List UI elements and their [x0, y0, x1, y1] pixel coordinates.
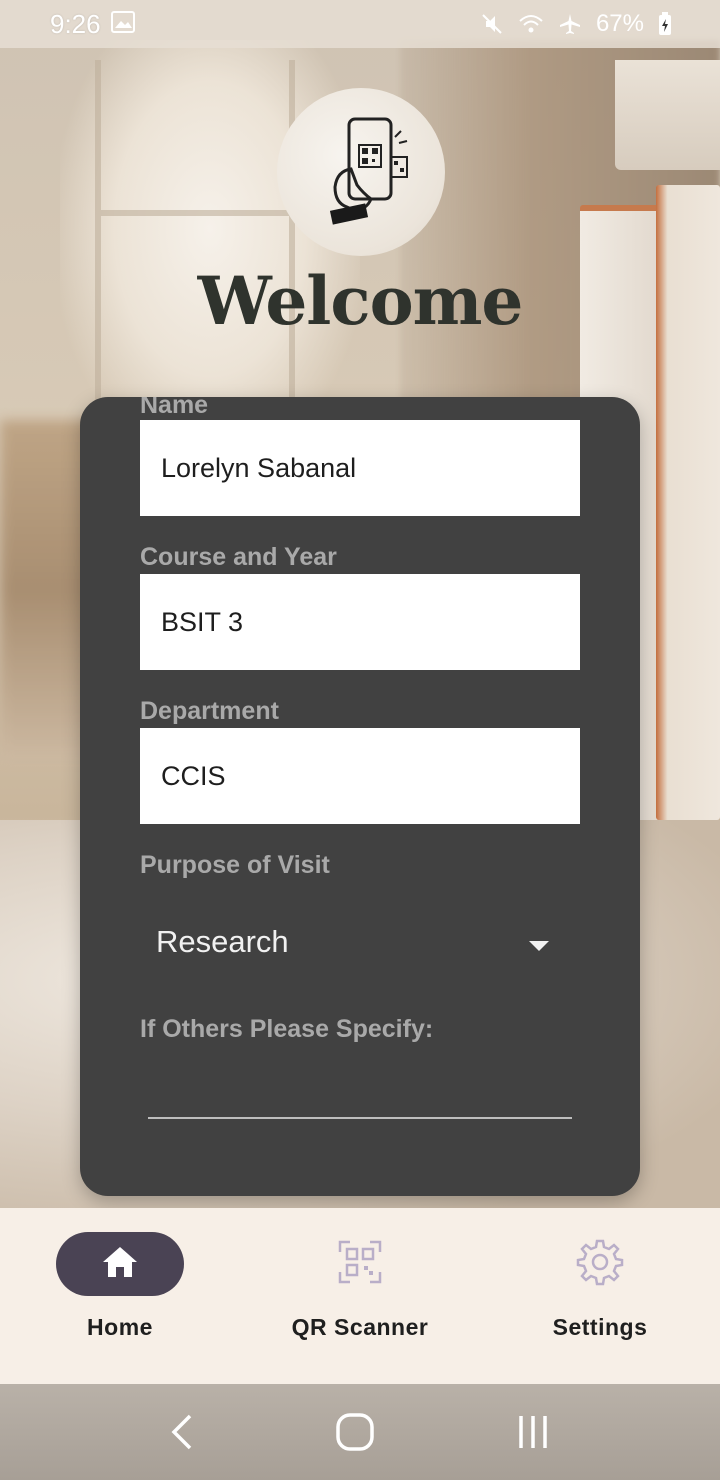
department-label: Department	[140, 697, 279, 725]
battery-percent: 67%	[595, 10, 644, 37]
nav-home-indicator	[56, 1232, 184, 1296]
recents-icon[interactable]	[516, 1414, 550, 1450]
others-label: If Others Please Specify:	[140, 1015, 434, 1043]
back-icon[interactable]	[170, 1414, 194, 1450]
wifi-icon	[518, 13, 544, 35]
home-icon	[100, 1244, 140, 1285]
background-book	[615, 60, 720, 170]
mute-icon	[480, 12, 504, 36]
purpose-dropdown[interactable]: Research	[140, 907, 560, 977]
nav-item-qr-scanner[interactable]: QR Scanner	[240, 1208, 480, 1384]
qr-phone-hand-icon	[311, 115, 411, 230]
nav-label-home: Home	[87, 1314, 153, 1340]
purpose-label: Purpose of Visit	[140, 851, 330, 879]
image-icon	[110, 10, 135, 38]
name-label: Name	[140, 397, 209, 419]
status-left: 9:26	[50, 9, 135, 40]
course-year-field[interactable]: BSIT 3	[140, 574, 580, 670]
purpose-selected-value: Research	[156, 924, 289, 959]
visitor-form-card: Name Lorelyn Sabanal Course and Year BSI…	[80, 397, 640, 1196]
others-input[interactable]	[148, 1065, 572, 1115]
system-navigation-bar	[0, 1384, 720, 1480]
app-logo	[277, 88, 445, 256]
course-year-value: BSIT 3	[161, 606, 244, 637]
status-time: 9:26	[50, 8, 101, 39]
chevron-down-icon	[528, 924, 550, 960]
status-right: 67%	[480, 10, 672, 38]
name-field[interactable]: Lorelyn Sabanal	[140, 420, 580, 516]
others-input-underline	[148, 1117, 572, 1119]
course-year-label: Course and Year	[140, 543, 337, 571]
nav-label-qr-scanner: QR Scanner	[291, 1314, 429, 1340]
department-value: CCIS	[161, 760, 226, 791]
nav-settings-indicator	[536, 1232, 664, 1296]
nav-qr-indicator	[296, 1232, 424, 1296]
department-field[interactable]: CCIS	[140, 728, 580, 824]
bottom-navigation: Home QR Scanner Settings	[0, 1208, 720, 1384]
battery-icon	[658, 12, 672, 36]
home-circle-icon[interactable]	[335, 1412, 375, 1452]
gear-icon	[576, 1238, 624, 1291]
nav-item-home[interactable]: Home	[0, 1208, 240, 1384]
background-window-frame	[95, 60, 295, 400]
name-value: Lorelyn Sabanal	[161, 452, 357, 483]
nav-item-settings[interactable]: Settings	[480, 1208, 720, 1384]
airplane-icon	[558, 12, 582, 36]
status-bar: 9:26 67%	[0, 0, 720, 48]
nav-label-settings: Settings	[552, 1314, 648, 1340]
qr-scanner-icon	[338, 1240, 382, 1289]
page-title: Welcome	[197, 262, 524, 340]
